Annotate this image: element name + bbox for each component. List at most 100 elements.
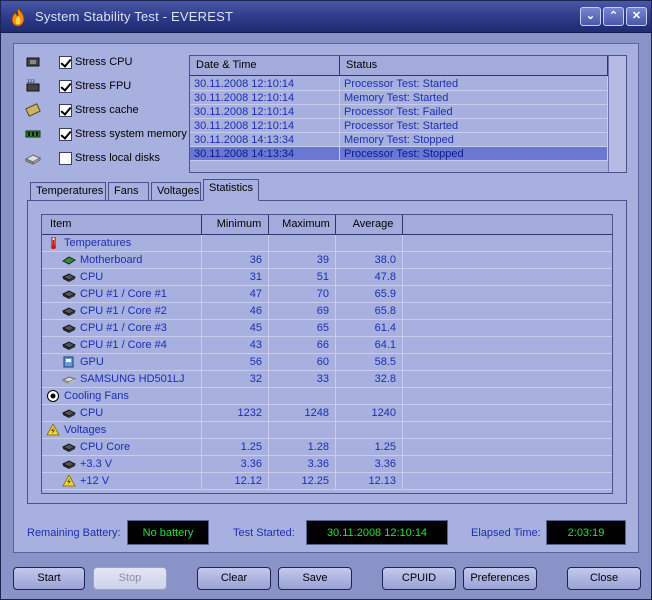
log-row[interactable]: 30.11.2008 12:10:14 Processor Test: Start… bbox=[190, 77, 608, 91]
tab-fans[interactable]: Fans bbox=[108, 182, 149, 200]
stats-cell-min: 12.12 bbox=[202, 473, 269, 489]
stress-cpu-checkbox[interactable] bbox=[59, 56, 72, 69]
tab-statistics[interactable]: Statistics bbox=[203, 179, 259, 201]
stress-fpu-checkbox[interactable] bbox=[59, 80, 72, 93]
stats-row[interactable]: CPU #1 / Core #4 43 66 64.1 bbox=[42, 337, 612, 354]
event-log-rows: 30.11.2008 12:10:14 Processor Test: Start… bbox=[190, 77, 608, 161]
minimize-button[interactable]: ⌄ bbox=[580, 7, 601, 26]
stats-cell-spacer bbox=[403, 456, 612, 472]
stats-cell-max: 69 bbox=[269, 303, 336, 319]
voltage-icon bbox=[46, 424, 60, 436]
maximize-button[interactable]: ⌃ bbox=[603, 7, 624, 26]
stats-cell-avg bbox=[336, 235, 403, 251]
log-cell-status: Processor Test: Stopped bbox=[340, 147, 608, 160]
stress-memory-checkbox[interactable] bbox=[59, 128, 72, 141]
tab-temperatures[interactable]: Temperatures bbox=[30, 182, 106, 200]
stats-cell-min: 56 bbox=[202, 354, 269, 370]
column-header-average[interactable]: Average bbox=[336, 215, 403, 234]
stats-cell-avg: 32.8 bbox=[336, 371, 403, 387]
stability-test-window: System Stability Test - EVEREST ⌄ ⌃ ✕ St… bbox=[0, 0, 652, 600]
log-row[interactable]: 30.11.2008 12:10:14 Processor Test: Start… bbox=[190, 119, 608, 133]
log-cell-date: 30.11.2008 12:10:14 bbox=[190, 105, 340, 118]
stats-row[interactable]: SAMSUNG HD501LJ 32 33 32.8 bbox=[42, 371, 612, 388]
column-header-maximum[interactable]: Maximum bbox=[269, 215, 336, 234]
svg-text:123: 123 bbox=[27, 79, 35, 84]
stats-cell-spacer bbox=[403, 388, 612, 404]
stats-cell-item: Voltages bbox=[42, 422, 202, 438]
column-header-status[interactable]: Status bbox=[340, 56, 608, 75]
close-window-button[interactable]: ✕ bbox=[626, 7, 647, 26]
gpu-icon bbox=[63, 356, 74, 368]
stats-cell-avg: 47.8 bbox=[336, 269, 403, 285]
stats-cell-max: 66 bbox=[269, 337, 336, 353]
hard-disk-icon bbox=[25, 154, 41, 165]
stats-row[interactable]: GPU 56 60 58.5 bbox=[42, 354, 612, 371]
voltage-icon bbox=[62, 475, 76, 487]
stats-cell-spacer bbox=[403, 286, 612, 302]
stats-cell-max: 70 bbox=[269, 286, 336, 302]
stats-row[interactable]: CPU #1 / Core #3 45 65 61.4 bbox=[42, 320, 612, 337]
stats-item-label: CPU #1 / Core #1 bbox=[80, 288, 167, 300]
column-header-date[interactable]: Date & Time bbox=[190, 56, 340, 75]
close-button[interactable]: Close bbox=[567, 567, 641, 590]
stats-group-row[interactable]: Voltages bbox=[42, 422, 612, 439]
column-header-minimum[interactable]: Minimum bbox=[202, 215, 269, 234]
stats-row[interactable]: +3.3 V 3.36 3.36 3.36 bbox=[42, 456, 612, 473]
stress-cpu-label: Stress CPU bbox=[75, 56, 133, 68]
log-row[interactable]: 30.11.2008 12:10:14 Processor Test: Faile… bbox=[190, 105, 608, 119]
stats-row[interactable]: CPU #1 / Core #1 47 70 65.9 bbox=[42, 286, 612, 303]
log-row[interactable]: 30.11.2008 14:13:34 Processor Test: Stopp… bbox=[190, 147, 608, 161]
event-log-scrollbar[interactable] bbox=[608, 56, 626, 172]
save-button[interactable]: Save bbox=[278, 567, 352, 590]
stats-cell-avg: 3.36 bbox=[336, 456, 403, 472]
stats-cell-spacer bbox=[403, 439, 612, 455]
stress-cache-checkbox[interactable] bbox=[59, 104, 72, 117]
start-button[interactable]: Start bbox=[13, 567, 85, 590]
stats-row[interactable]: CPU Core 1.25 1.28 1.25 bbox=[42, 439, 612, 456]
stats-cell-item: CPU #1 / Core #2 bbox=[42, 303, 202, 319]
log-cell-status: Memory Test: Stopped bbox=[340, 133, 608, 146]
title-bar[interactable]: System Stability Test - EVEREST ⌄ ⌃ ✕ bbox=[1, 1, 651, 33]
stress-memory-option[interactable]: Stress system memory bbox=[25, 126, 187, 144]
stats-cell-max: 39 bbox=[269, 252, 336, 268]
stats-cell-min bbox=[202, 235, 269, 251]
stats-row[interactable]: Motherboard 36 39 38.0 bbox=[42, 252, 612, 269]
battery-label: Remaining Battery: bbox=[27, 527, 121, 539]
log-row[interactable]: 30.11.2008 14:13:34 Memory Test: Stopped bbox=[190, 133, 608, 147]
stress-fpu-label: Stress FPU bbox=[75, 80, 132, 92]
stress-disks-option[interactable]: Stress local disks bbox=[25, 150, 185, 168]
event-log-table[interactable]: Date & Time Status 30.11.2008 12:10:14 Pr… bbox=[189, 55, 627, 173]
statistics-header: Item Minimum Maximum Average bbox=[42, 215, 612, 235]
clear-button[interactable]: Clear bbox=[197, 567, 271, 590]
stats-row[interactable]: CPU 31 51 47.8 bbox=[42, 269, 612, 286]
cpu-chip-icon bbox=[62, 307, 76, 316]
stress-cache-option[interactable]: Stress cache bbox=[25, 102, 185, 120]
battery-display: No battery bbox=[127, 520, 209, 545]
stats-cell-avg: 38.0 bbox=[336, 252, 403, 268]
stats-cell-avg: 65.9 bbox=[336, 286, 403, 302]
stats-item-label: Cooling Fans bbox=[64, 390, 129, 402]
stats-cell-min: 1.25 bbox=[202, 439, 269, 455]
tab-voltages[interactable]: Voltages bbox=[151, 182, 201, 200]
stats-row[interactable]: CPU 1232 1248 1240 bbox=[42, 405, 612, 422]
preferences-button[interactable]: Preferences bbox=[463, 567, 537, 590]
stress-disks-checkbox[interactable] bbox=[59, 152, 72, 165]
stats-cell-min: 36 bbox=[202, 252, 269, 268]
statistics-table[interactable]: Item Minimum Maximum Average Temperature… bbox=[41, 214, 613, 494]
stop-button[interactable]: Stop bbox=[93, 567, 167, 590]
stats-row[interactable]: +12 V 12.12 12.25 12.13 bbox=[42, 473, 612, 490]
column-header-item[interactable]: Item bbox=[42, 215, 202, 234]
log-cell-status: Processor Test: Started bbox=[340, 77, 608, 90]
stats-row[interactable]: CPU #1 / Core #2 46 69 65.8 bbox=[42, 303, 612, 320]
cpu-chip-icon bbox=[62, 324, 76, 333]
stats-group-row[interactable]: Cooling Fans bbox=[42, 388, 612, 405]
stats-group-row[interactable]: Temperatures bbox=[42, 235, 612, 252]
stress-fpu-option[interactable]: 123 Stress FPU bbox=[25, 78, 185, 96]
stress-cpu-option[interactable]: Stress CPU bbox=[25, 54, 185, 72]
stats-cell-spacer bbox=[403, 320, 612, 336]
stats-cell-avg bbox=[336, 422, 403, 438]
log-row[interactable]: 30.11.2008 12:10:14 Memory Test: Started bbox=[190, 91, 608, 105]
stats-cell-min: 47 bbox=[202, 286, 269, 302]
stats-cell-spacer bbox=[403, 422, 612, 438]
cpuid-button[interactable]: CPUID bbox=[382, 567, 456, 590]
